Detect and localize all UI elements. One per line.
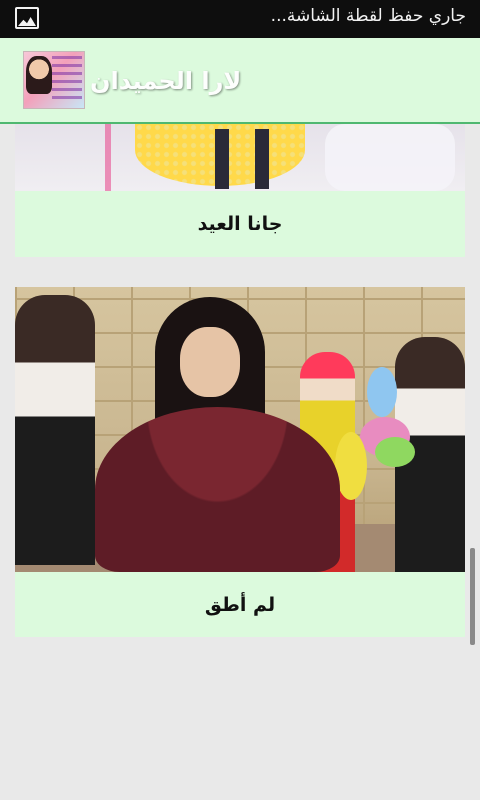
app-logo-icon[interactable] [23, 51, 85, 109]
video-title[interactable]: لم أطق [15, 594, 465, 616]
video-thumbnail[interactable] [15, 287, 465, 572]
app-title: لارا الحميدان [90, 67, 242, 95]
video-thumbnail[interactable] [15, 124, 465, 191]
status-bar: جاري حفظ لقطة الشاشة... [0, 0, 480, 38]
scrollbar-thumb[interactable] [470, 548, 475, 645]
image-icon [15, 7, 39, 29]
status-notification-text: جاري حفظ لقطة الشاشة... [270, 6, 466, 26]
video-title[interactable]: جانا العيد [15, 213, 465, 235]
app-header: لارا الحميدان [0, 38, 480, 124]
video-card[interactable]: لم أطق [15, 287, 465, 637]
video-card[interactable]: جانا العيد [15, 124, 465, 257]
